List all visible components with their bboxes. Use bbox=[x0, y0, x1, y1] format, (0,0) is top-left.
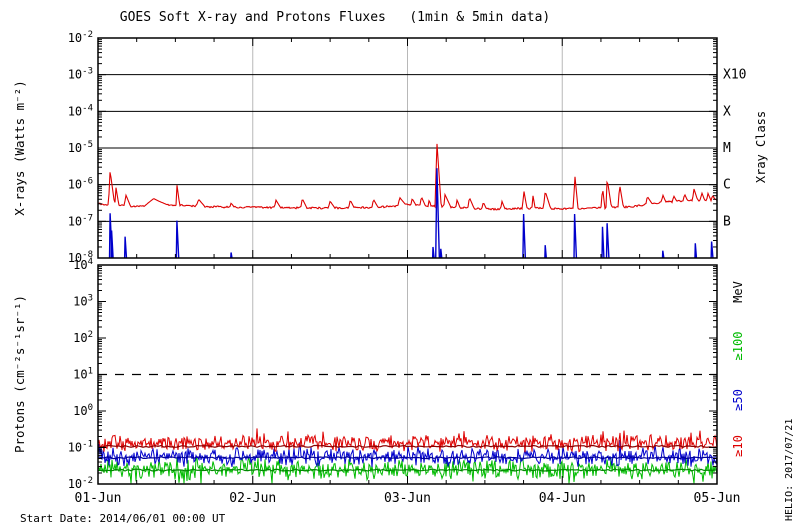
xray-class-label: C bbox=[723, 178, 731, 193]
xray-class-title: Xray Class bbox=[754, 111, 768, 183]
proton-ytick-label: 102 bbox=[73, 330, 93, 345]
proton-ylabel: Protons (cm⁻²s⁻¹sr⁻¹) bbox=[12, 295, 27, 453]
proton-ge10-label: ≥10 bbox=[731, 435, 745, 457]
xray-class-label: X10 bbox=[723, 68, 746, 83]
proton-ge50-label: ≥50 bbox=[731, 389, 745, 411]
day-gridlines bbox=[252, 38, 563, 484]
xtick-label: 03-Jun bbox=[384, 491, 431, 506]
xtick-label: 04-Jun bbox=[539, 491, 586, 506]
xray-ytick-label: 10-2 bbox=[68, 30, 93, 45]
xray-short-spike bbox=[601, 226, 605, 258]
xray-class-label: X bbox=[723, 104, 731, 119]
proton-ytick-label: 103 bbox=[73, 294, 93, 309]
xray-short-spike bbox=[435, 168, 441, 258]
xray-short-spike bbox=[605, 223, 610, 258]
goes-flux-figure: GOES Soft X-ray and Protons Fluxes (1min… bbox=[0, 0, 800, 530]
xtick-label: 05-Jun bbox=[694, 491, 741, 506]
xray-ytick-label: 10-6 bbox=[68, 177, 93, 192]
xtick-label: 01-Jun bbox=[75, 491, 122, 506]
xray-short-spike bbox=[710, 241, 714, 258]
proton-mev-title: MeV bbox=[731, 281, 745, 303]
xtick-label: 02-Jun bbox=[229, 491, 276, 506]
xray-ytick-label: 10-5 bbox=[68, 140, 93, 155]
proton-ge100-label: ≥100 bbox=[731, 332, 745, 361]
helio-watermark: HELIO: 2017/07/21 bbox=[784, 418, 795, 521]
proton-ytick-label: 104 bbox=[73, 257, 93, 272]
proton-ytick-label: 100 bbox=[73, 403, 93, 418]
proton-ytick-label: 10-2 bbox=[68, 476, 93, 491]
xray-ytick-label: 10-3 bbox=[68, 67, 93, 82]
xray-ylabel: X-rays (Watts m⁻²) bbox=[12, 80, 27, 215]
proton-ytick-label: 10-1 bbox=[68, 440, 93, 455]
start-date-label: Start Date: 2014/06/01 00:00 UT bbox=[20, 512, 226, 525]
proton-ytick-label: 101 bbox=[73, 367, 93, 382]
xray-short-spike bbox=[175, 220, 180, 258]
xray-short-spike bbox=[123, 236, 128, 258]
xray-short-spike bbox=[230, 252, 233, 258]
flux-plot-canvas: 10-210-310-410-510-610-710-8104103102101… bbox=[12, 30, 768, 506]
xray-ytick-label: 10-7 bbox=[68, 213, 93, 228]
xray-ytick-label: 10-4 bbox=[68, 103, 93, 118]
xray-class-label: M bbox=[723, 141, 731, 156]
xray-class-label: B bbox=[723, 214, 731, 229]
